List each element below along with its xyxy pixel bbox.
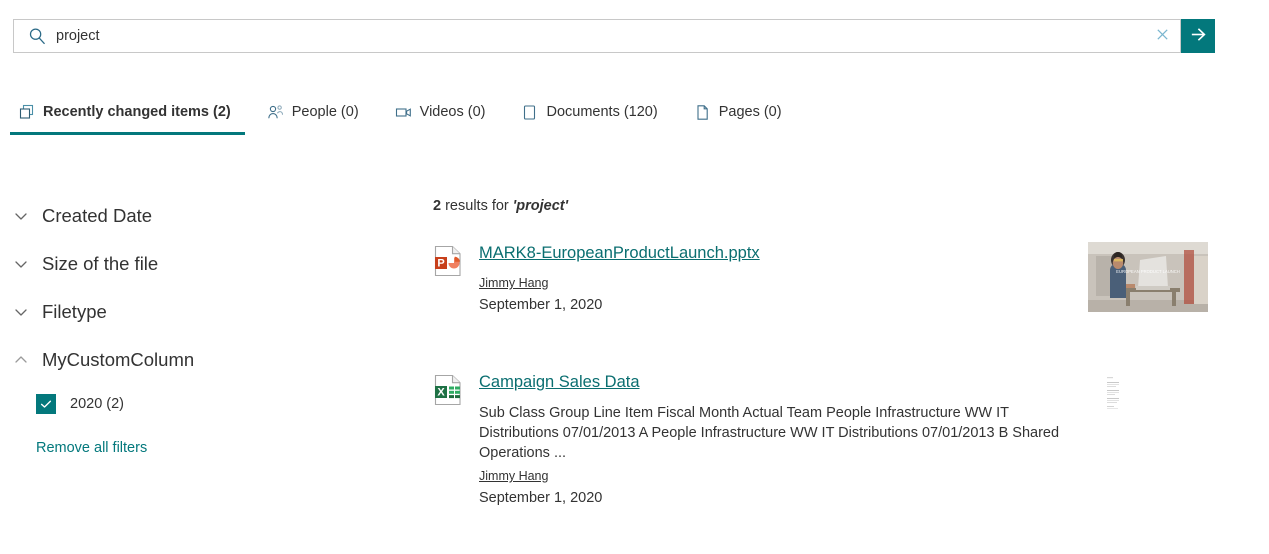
clear-search-button[interactable]: [1144, 20, 1180, 52]
search-result-title-link[interactable]: MARK8-EuropeanProductLaunch.pptx: [479, 242, 760, 264]
filter-group-label: Filetype: [42, 301, 107, 322]
filter-option-label: 2020 (2): [70, 396, 125, 412]
search-input-container[interactable]: [13, 19, 1181, 53]
tab-recently-changed-items[interactable]: Recently changed items (2): [10, 98, 245, 135]
results-count: 2 results for 'project': [433, 196, 1223, 216]
search-result-item[interactable]: X Campaign Sales Data Sub Class Group Li…: [433, 371, 1223, 508]
results-count-text: results for: [441, 198, 513, 214]
tab-label: Videos (0): [419, 104, 486, 120]
document-icon: [521, 104, 538, 121]
page-icon: [694, 104, 711, 121]
result-type-tabs: Recently changed items (2) People (0) Vi…: [10, 95, 796, 135]
results-count-query: 'project': [512, 198, 569, 214]
svg-text:P: P: [437, 258, 444, 270]
filter-group-label: Created Date: [42, 205, 153, 226]
search-result-snippet: Sub Class Group Line Item Fiscal Month A…: [479, 405, 1060, 461]
search-result-item[interactable]: P MARK8-EuropeanProductLaunch.pptx Jimmy…: [433, 242, 1223, 315]
filter-group-mycustomcolumn[interactable]: MyCustomColumn: [14, 336, 394, 384]
svg-text:X: X: [437, 387, 445, 399]
filter-group-label: MyCustomColumn: [42, 349, 195, 370]
filter-option-2020[interactable]: 2020 (2): [36, 390, 394, 418]
search-input[interactable]: [56, 21, 1144, 51]
tab-label: People (0): [291, 104, 359, 120]
tab-pages[interactable]: Pages (0): [686, 98, 796, 135]
search-result-thumbnail[interactable]: EUROPEAN PRODUCT LAUNCH: [1088, 242, 1208, 312]
search-result-date: September 1, 2020: [479, 490, 603, 506]
search-icon: [28, 27, 46, 45]
tab-label: Recently changed items (2): [43, 104, 231, 120]
search-result-author-link[interactable]: Jimmy Hang: [479, 274, 548, 292]
tab-documents[interactable]: Documents (120): [513, 98, 671, 135]
checkbox-checked-icon[interactable]: [36, 394, 56, 414]
filter-group-label: Size of the file: [42, 253, 159, 274]
remove-all-filters-link[interactable]: Remove all filters: [36, 440, 147, 456]
search-result-thumbnail[interactable]: [1105, 375, 1123, 413]
video-icon: [395, 104, 412, 121]
people-icon: [267, 104, 284, 121]
filter-group-created-date[interactable]: Created Date: [14, 192, 394, 240]
excel-file-icon: X: [433, 374, 463, 406]
refinement-panel: Created Date Size of the file Filetype M…: [14, 192, 394, 457]
chevron-down-icon: [14, 209, 28, 223]
tab-label: Pages (0): [718, 104, 782, 120]
filter-group-filetype[interactable]: Filetype: [14, 288, 394, 336]
chevron-down-icon: [14, 257, 28, 271]
svg-text:EUROPEAN PRODUCT LAUNCH: EUROPEAN PRODUCT LAUNCH: [1116, 269, 1180, 274]
search-result-title-link[interactable]: Campaign Sales Data: [479, 371, 640, 393]
recent-items-icon: [18, 104, 35, 121]
tab-label: Documents (120): [546, 104, 658, 120]
tab-people[interactable]: People (0): [259, 98, 373, 135]
submit-search-button[interactable]: [1181, 19, 1215, 53]
search-results-area: 2 results for 'project' P MARK8-European…: [433, 196, 1223, 508]
results-count-number: 2: [433, 198, 442, 214]
search-result-author-link[interactable]: Jimmy Hang: [479, 467, 548, 485]
close-icon: [1155, 27, 1170, 45]
tab-videos[interactable]: Videos (0): [387, 98, 500, 135]
search-bar: [13, 19, 1215, 53]
filter-group-size-of-the-file[interactable]: Size of the file: [14, 240, 394, 288]
chevron-up-icon: [14, 353, 28, 367]
chevron-down-icon: [14, 305, 28, 319]
arrow-right-icon: [1189, 25, 1208, 47]
filter-options-list: 2020 (2) Remove all filters: [14, 390, 394, 457]
powerpoint-file-icon: P: [433, 245, 463, 277]
